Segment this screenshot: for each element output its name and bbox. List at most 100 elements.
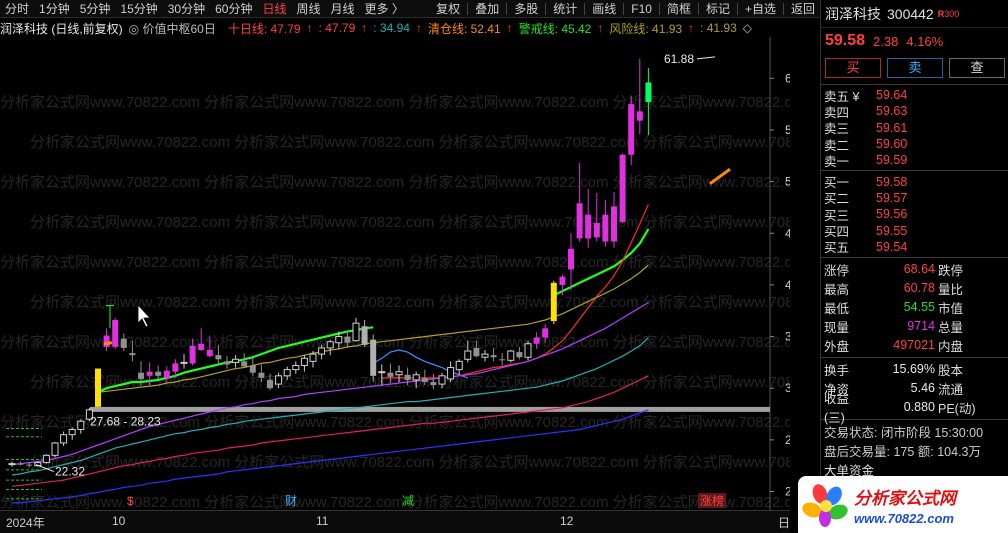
sell-button[interactable]: 卖	[887, 58, 943, 78]
candle-body	[232, 358, 240, 363]
ask-level[interactable]: 卖二 59.60	[821, 136, 1008, 153]
trading-status: 交易状态: 闭市阶段 15:30:00	[824, 425, 984, 440]
y-tick-label: 60.00	[785, 71, 790, 85]
candle-body	[77, 420, 85, 431]
ask-level[interactable]: 卖三 59.61	[821, 120, 1008, 137]
stat-row: 最低 54.55 市值	[821, 298, 1008, 317]
bid-level[interactable]: 买四 59.55	[821, 222, 1008, 240]
candle-body	[267, 379, 273, 389]
order-level-price: 59.55	[876, 223, 908, 238]
bid-level[interactable]: 买二 59.57	[821, 190, 1008, 207]
candle-body	[611, 206, 617, 242]
toolbar-action-button[interactable]: 叠加	[470, 0, 504, 18]
toolbar-action-button[interactable]: 标记	[701, 0, 735, 18]
stat-label: 换手	[824, 363, 850, 378]
toolbar-separator	[658, 2, 660, 15]
toolbar-separator	[467, 2, 469, 15]
period-tab[interactable]: 1分钟	[34, 0, 75, 18]
clear-line-label: 清仓线: 52.41	[427, 21, 501, 36]
time-label: 11	[316, 514, 329, 528]
candle-body	[17, 463, 24, 465]
query-button[interactable]: 查	[949, 58, 1005, 78]
candle-body	[645, 82, 652, 103]
value-line-3: : 34.94	[373, 21, 410, 35]
period-tab[interactable]: 60分钟	[210, 0, 257, 18]
event-marker[interactable]: $	[127, 494, 134, 508]
bid-level[interactable]: 买三 59.56	[821, 206, 1008, 223]
period-tab[interactable]: 分时	[0, 0, 34, 18]
stat-label-2: 流通	[938, 382, 964, 397]
period-tab[interactable]: 月线	[326, 0, 360, 18]
bid-level[interactable]: 买五 59.54	[821, 239, 1008, 256]
stat-value: 60.78	[903, 281, 935, 296]
ask-level[interactable]: 卖四 59.63	[821, 103, 1008, 120]
candle-body	[60, 434, 68, 444]
stat-value: 5.46	[910, 381, 935, 396]
order-level-label: 卖一	[824, 154, 850, 169]
candle-body	[258, 372, 265, 378]
candle-body	[619, 154, 626, 222]
toolbar-action-button[interactable]: 复权	[431, 0, 465, 18]
stat-row: 收益(三) 0.880 PE(动)	[821, 392, 1008, 425]
arrow-up-icon: ↑	[506, 21, 513, 35]
watermark-text: 分析家公式网www.70822.com 分析家公式网www.70822.com …	[0, 254, 790, 271]
candle-body	[224, 361, 230, 365]
toolbar-action-button[interactable]: +自选	[740, 0, 781, 18]
stats-block-2: 换手 15.69% 股本 净资 5.46 流通 收益(三) 0.880 PE(动)	[821, 360, 1008, 425]
candle-body	[438, 375, 446, 385]
candle-body	[421, 377, 428, 383]
toolbar-action-button[interactable]: 画线	[587, 0, 621, 18]
candle-body	[146, 371, 153, 376]
toolbar-action-button[interactable]: 多股	[509, 0, 543, 18]
candle-body	[8, 463, 16, 466]
logo-url: www.70822.com	[854, 510, 954, 526]
y-tick-label: 25.00	[785, 433, 790, 447]
event-marker[interactable]: 财	[285, 494, 297, 508]
toolbar-action-button[interactable]: 返回	[786, 0, 820, 18]
candle-body	[387, 372, 394, 377]
stat-label: 最高	[824, 282, 850, 297]
time-label: 12	[560, 514, 574, 528]
stat-row: 涨停 68.64 跌停	[821, 260, 1008, 279]
toolbar-action-button[interactable]: 简框	[662, 0, 696, 18]
period-tab[interactable]: 日线	[257, 0, 291, 18]
bid-level[interactable]: 买一 59.58	[821, 173, 1008, 191]
arrow-up-icon: ↑	[361, 21, 368, 35]
ask-level[interactable]: 卖五 ¥59.64	[821, 87, 1008, 104]
stat-label: 最低	[824, 301, 850, 316]
buy-button[interactable]: 买	[825, 58, 881, 78]
candle-body	[412, 374, 420, 381]
kline-chart[interactable]: 分析家公式网www.70822.com 分析家公式网www.70822.com …	[0, 37, 790, 510]
event-marker[interactable]: 减	[402, 494, 414, 508]
ask-level[interactable]: 卖一 59.59	[821, 152, 1008, 169]
candle-body	[404, 374, 411, 380]
period-tab[interactable]: 15分钟	[115, 0, 162, 18]
stat-value: 54.55	[903, 300, 935, 315]
event-marker[interactable]: 涨榜	[700, 493, 724, 508]
stat-label-2: 股本	[938, 363, 964, 378]
order-level-price: 59.54	[876, 239, 908, 254]
period-tab[interactable]: 更多 〉	[360, 0, 409, 18]
candle-body	[112, 320, 119, 347]
candle-body	[309, 353, 317, 362]
period-tab[interactable]: 5分钟	[75, 0, 116, 18]
diamond-icon[interactable]: ◇	[743, 21, 752, 35]
warning-line-label: 警戒线: 45.42	[518, 21, 592, 36]
toolbar-action-button[interactable]: F10	[626, 0, 657, 18]
toolbar-separator	[697, 2, 699, 15]
trade-buttons: 买 卖 查	[821, 54, 1008, 82]
toolbar-action-button[interactable]: 统计	[548, 0, 582, 18]
period-tab[interactable]: 周线	[291, 0, 325, 18]
indicator-dropdown[interactable]: ◎ 价值中枢60日	[129, 20, 222, 37]
candle-body	[352, 322, 360, 342]
candle-body	[198, 343, 205, 350]
stats-block-1: 涨停 68.64 跌停 最高 60.78 量比 最低 54.55 市值 现量 9714 总量 外盘 497…	[821, 260, 1008, 355]
candle-body	[628, 104, 635, 155]
candle-body	[206, 349, 213, 357]
period-toolbar: 分时 1分钟 5分钟 15分钟 30分钟 60分钟 日线 周线 月线 更多 〉 复权 叠加 多股 统计画…	[0, 0, 820, 18]
quote-panel: 润泽科技 300442 R300 59.58 2.38 4.16% 买 卖 查 …	[820, 0, 1008, 533]
stock-code: 300442	[887, 5, 934, 22]
period-tab[interactable]: 30分钟	[163, 0, 210, 18]
price-change: 2.38	[873, 33, 899, 49]
candle-body	[26, 464, 33, 466]
